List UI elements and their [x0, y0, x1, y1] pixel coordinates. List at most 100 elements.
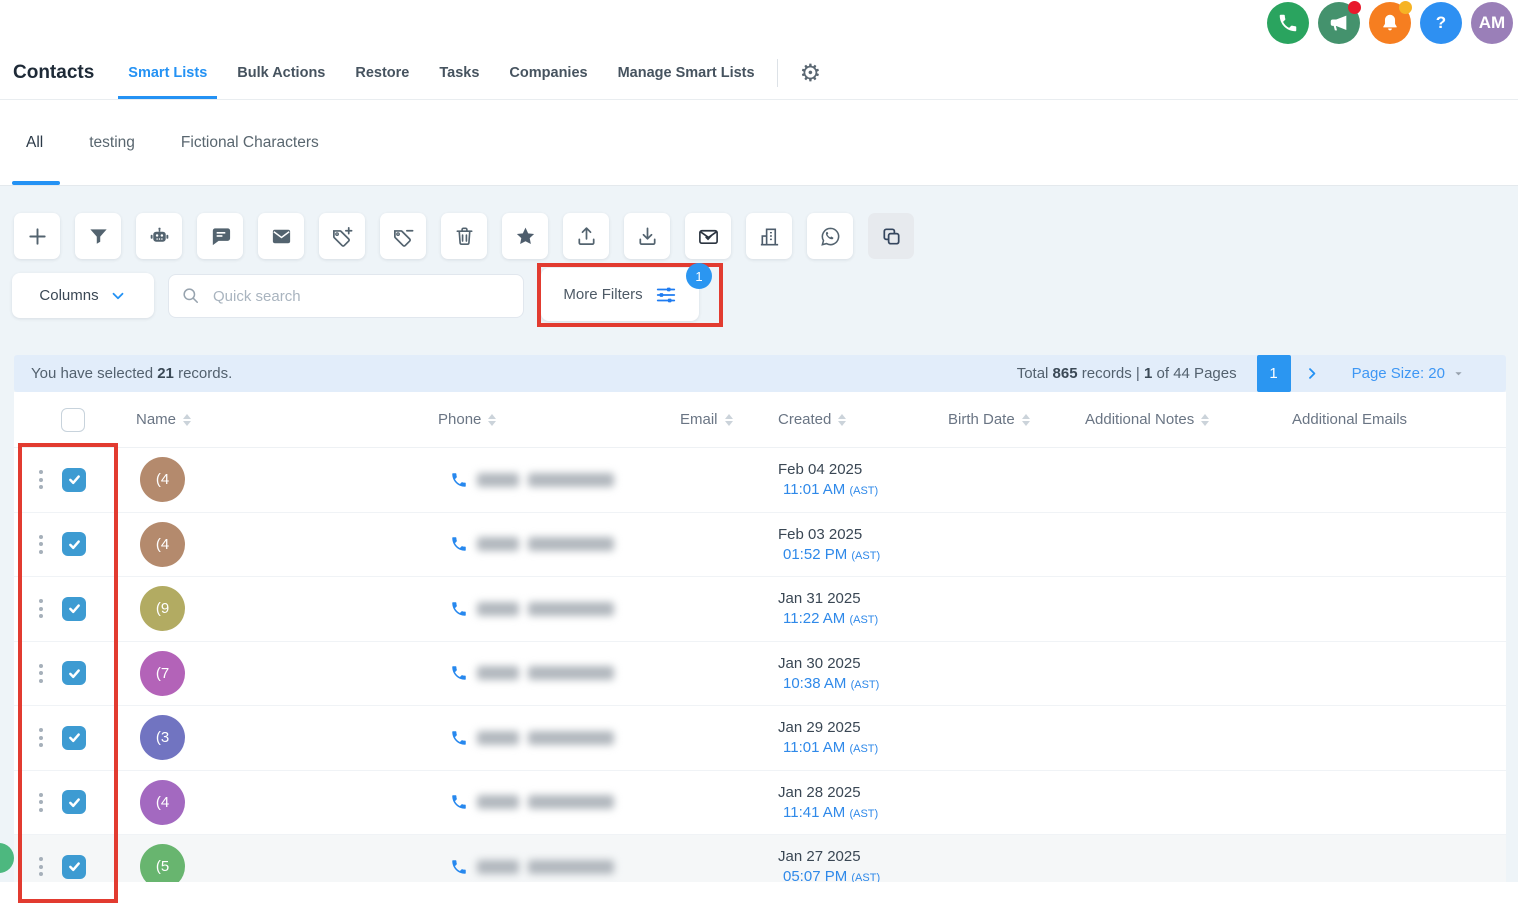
more-filters-button[interactable]: More Filters	[541, 268, 699, 321]
smart-list-tab-fictional-characters[interactable]: Fictional Characters	[181, 100, 319, 185]
send-whatsapp-button[interactable]	[807, 213, 853, 259]
total-records-text: Total 865 records | 1 of 44 Pages	[1017, 365, 1237, 382]
table-row[interactable]: (4 Feb 04 202511:01 AM (AST)	[14, 448, 1506, 513]
redacted-phone	[528, 666, 614, 680]
created-cell: Jan 29 202511:01 AM (AST)	[770, 719, 940, 756]
table-row[interactable]: (3 Jan 29 202511:01 AM (AST)	[14, 706, 1506, 771]
tab-companies[interactable]: Companies	[509, 46, 587, 99]
notifications-button[interactable]	[1369, 2, 1411, 44]
phone-icon[interactable]	[450, 471, 468, 489]
contact-avatar[interactable]: (4	[140, 522, 185, 567]
sort-icon	[838, 414, 846, 426]
merge-duplicates-button[interactable]	[868, 213, 914, 259]
table-row[interactable]: (7 Jan 30 202510:38 AM (AST)	[14, 642, 1506, 707]
announcements-button[interactable]	[1318, 2, 1360, 44]
sliders-icon	[655, 284, 677, 306]
contact-avatar[interactable]: (5	[140, 844, 185, 882]
column-header-birth-date[interactable]: Birth Date	[940, 411, 1077, 428]
settings-gear-icon[interactable]: ⚙	[800, 61, 822, 85]
tab-smart-lists[interactable]: Smart Lists	[128, 46, 207, 99]
row-menu-kebab[interactable]	[36, 661, 46, 686]
send-email-button[interactable]	[258, 213, 304, 259]
send-sms-button[interactable]	[197, 213, 243, 259]
column-header-additional-notes[interactable]: Additional Notes	[1077, 411, 1284, 428]
row-menu-kebab[interactable]	[36, 532, 46, 557]
export-contacts-button[interactable]	[563, 213, 609, 259]
row-checkbox[interactable]	[62, 726, 86, 750]
redacted-phone	[528, 537, 614, 551]
page-size-dropdown[interactable]: Page Size: 20	[1352, 365, 1466, 382]
created-cell: Jan 27 202505:07 PM (AST)	[770, 848, 940, 882]
columns-label: Columns	[39, 287, 98, 304]
add-to-favorites-button[interactable]	[502, 213, 548, 259]
select-all-checkbox[interactable]	[61, 408, 85, 432]
row-checkbox[interactable]	[62, 855, 86, 879]
contact-avatar[interactable]: (3	[140, 715, 185, 760]
phone-icon[interactable]	[450, 858, 468, 876]
help-button[interactable]: ?	[1420, 2, 1462, 44]
column-header-name[interactable]: Name	[130, 411, 438, 428]
envelope-icon	[270, 225, 293, 248]
table-row[interactable]: (5 Jan 27 202505:07 PM (AST)	[14, 835, 1506, 882]
tab-restore[interactable]: Restore	[355, 46, 409, 99]
phone-icon[interactable]	[450, 793, 468, 811]
tab-tasks[interactable]: Tasks	[439, 46, 479, 99]
table-row[interactable]: (4 Feb 03 202501:52 PM (AST)	[14, 513, 1506, 578]
column-header-created[interactable]: Created	[770, 411, 940, 428]
check-icon	[67, 666, 82, 681]
avatar[interactable]: AM	[1471, 2, 1513, 44]
phone-call-button[interactable]	[1267, 2, 1309, 44]
phone-icon[interactable]	[450, 600, 468, 618]
building-icon	[758, 225, 781, 248]
remove-tag-button[interactable]	[380, 213, 426, 259]
sort-icon	[1201, 414, 1209, 426]
contact-avatar[interactable]: (4	[140, 457, 185, 502]
row-checkbox[interactable]	[62, 790, 86, 814]
table-row[interactable]: (4 Jan 28 202511:41 AM (AST)	[14, 771, 1506, 836]
table-row[interactable]: (9 Jan 31 202511:22 AM (AST)	[14, 577, 1506, 642]
check-icon	[67, 730, 82, 745]
smart-list-tabs: All testing Fictional Characters	[0, 100, 1518, 186]
row-menu-kebab[interactable]	[36, 467, 46, 492]
row-menu-kebab[interactable]	[36, 725, 46, 750]
email-verification-button[interactable]	[685, 213, 731, 259]
smart-list-tab-testing[interactable]: testing	[89, 100, 135, 185]
row-checkbox[interactable]	[62, 532, 86, 556]
smart-list-tab-all[interactable]: All	[26, 100, 43, 185]
ai-assistant-button[interactable]	[136, 213, 182, 259]
phone-icon[interactable]	[450, 664, 468, 682]
import-icon	[636, 225, 659, 248]
chat-icon	[209, 225, 232, 248]
columns-dropdown[interactable]: Columns	[12, 273, 154, 318]
row-checkbox[interactable]	[62, 661, 86, 685]
filter-button[interactable]	[75, 213, 121, 259]
row-checkbox[interactable]	[62, 597, 86, 621]
row-checkbox[interactable]	[62, 468, 86, 492]
column-header-phone[interactable]: Phone	[438, 411, 672, 428]
add-contact-button[interactable]	[14, 213, 60, 259]
chevron-right-icon	[1305, 366, 1320, 381]
row-menu-kebab[interactable]	[36, 596, 46, 621]
contact-avatar[interactable]: (9	[140, 586, 185, 631]
phone-icon[interactable]	[450, 729, 468, 747]
tab-manage-smart-lists[interactable]: Manage Smart Lists	[618, 46, 755, 99]
row-menu-kebab[interactable]	[36, 790, 46, 815]
current-page-button[interactable]: 1	[1257, 355, 1291, 392]
next-page-button[interactable]	[1305, 366, 1320, 381]
tab-bulk-actions[interactable]: Bulk Actions	[237, 46, 325, 99]
contact-avatar[interactable]: (4	[140, 780, 185, 825]
add-tag-button[interactable]	[319, 213, 365, 259]
add-to-company-button[interactable]	[746, 213, 792, 259]
contact-avatar[interactable]: (7	[140, 651, 185, 696]
page-size-label: Page Size: 20	[1352, 365, 1445, 382]
column-header-email[interactable]: Email	[672, 411, 770, 428]
phone-icon[interactable]	[450, 535, 468, 553]
sort-icon	[1022, 414, 1030, 426]
check-icon	[67, 795, 82, 810]
row-menu-kebab[interactable]	[36, 854, 46, 879]
delete-button[interactable]	[441, 213, 487, 259]
redacted-phone	[528, 731, 614, 745]
import-contacts-button[interactable]	[624, 213, 670, 259]
check-icon	[67, 601, 82, 616]
search-input[interactable]	[211, 287, 511, 306]
